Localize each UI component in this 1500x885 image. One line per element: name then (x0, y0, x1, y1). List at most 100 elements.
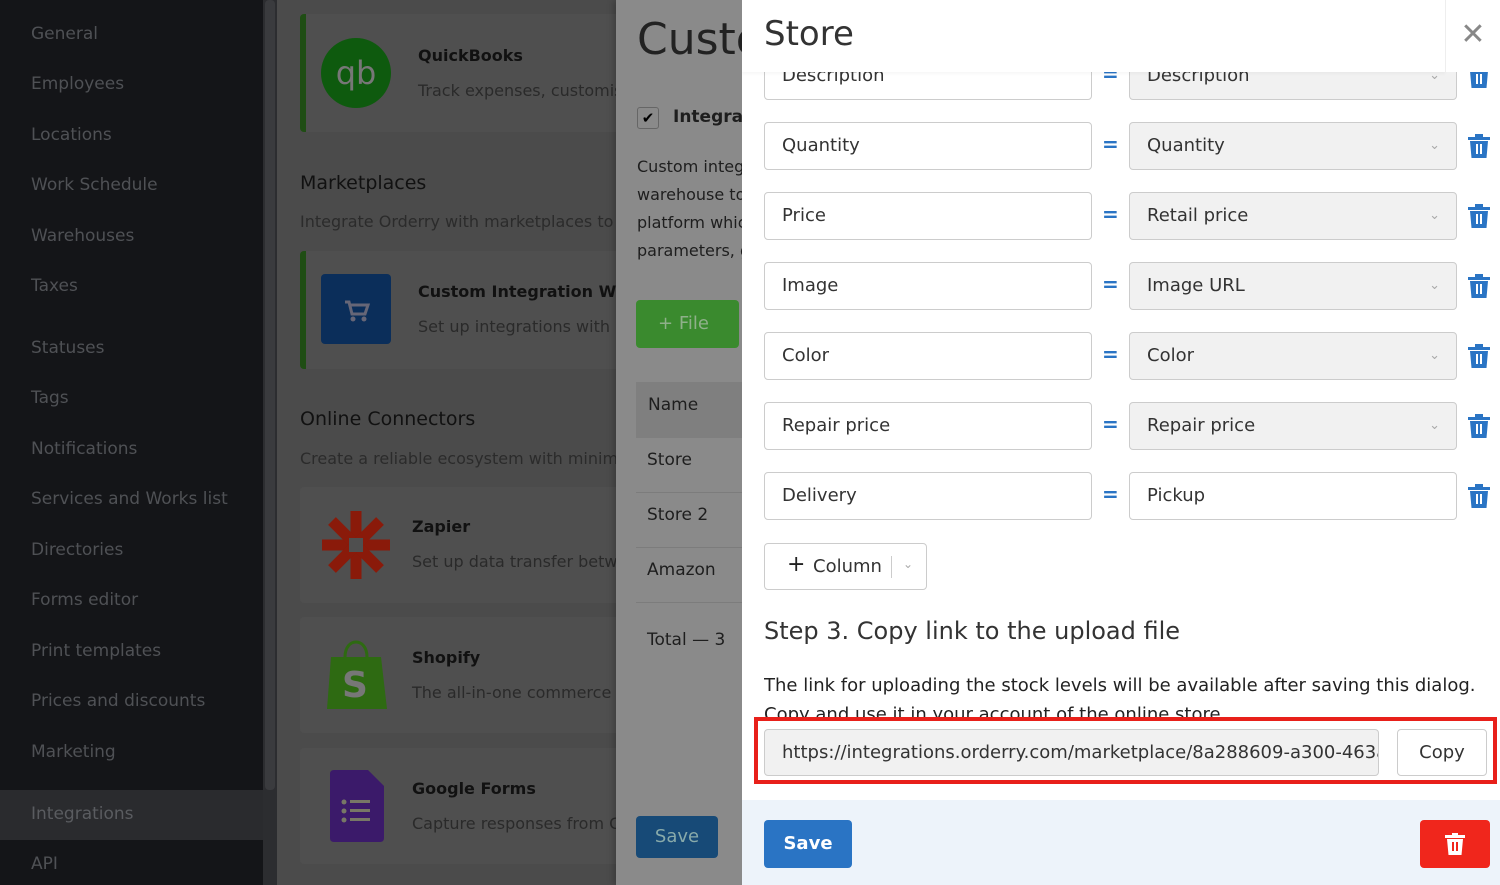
equals-sign: = (1102, 342, 1119, 366)
field-name-input[interactable]: Image (764, 262, 1092, 310)
sidebar-item-integrations[interactable]: Integrations (31, 804, 134, 824)
field-mapping-select[interactable]: Quantity ⌄ (1129, 122, 1457, 170)
table-row[interactable]: Store 2 (636, 493, 742, 548)
trash-icon[interactable] (1468, 414, 1490, 438)
table-row[interactable]: Amazon (636, 548, 742, 603)
upload-link-field[interactable]: https://integrations.orderry.com/marketp… (764, 729, 1379, 776)
field-mapping-select[interactable]: Repair price ⌄ (1129, 402, 1457, 450)
step3-title: Step 3. Copy link to the upload file (764, 617, 1181, 645)
sidebar-item-marketing[interactable]: Marketing (31, 742, 116, 762)
close-icon[interactable]: ✕ (1445, 0, 1500, 72)
panel-save-button[interactable]: Save (636, 816, 718, 858)
sidebar-scrollbar-thumb[interactable] (265, 0, 275, 790)
custom-integration-panel: Custom ✔ Integration Custom integ warehou… (616, 0, 742, 885)
chevron-down-icon: ⌄ (1429, 208, 1440, 223)
chevron-down-icon: ⌄ (1429, 418, 1440, 433)
quickbooks-logo-icon: qb (321, 38, 391, 108)
panel-description-line: Custom integ (637, 157, 742, 176)
sidebar-item-work-schedule[interactable]: Work Schedule (31, 175, 158, 195)
card-desc: Set up integrations with online stores (418, 317, 616, 336)
zapier-card[interactable]: Zapier Set up data transfer between apps (300, 487, 616, 603)
plus-icon: + (787, 552, 806, 577)
sidebar-item-api[interactable]: API (31, 854, 58, 874)
table-row[interactable]: Store (636, 438, 742, 493)
add-file-button[interactable]: + File (636, 300, 739, 348)
sidebar-item-prices-and-discounts[interactable]: Prices and discounts (31, 691, 205, 711)
panel-title: Custom (637, 14, 742, 65)
sidebar-item-warehouses[interactable]: Warehouses (31, 226, 134, 246)
plus-icon: + (658, 313, 679, 334)
mapping-value: Quantity (1147, 135, 1225, 156)
mapping-value: Image URL (1147, 275, 1245, 296)
sidebar-item-locations[interactable]: Locations (31, 125, 112, 145)
trash-icon[interactable] (1468, 274, 1490, 298)
row-name: Store (647, 450, 692, 470)
table-total: Total — 3 (647, 630, 726, 650)
chevron-down-icon[interactable]: ⌄ (903, 557, 913, 571)
chevron-down-icon: ⌄ (1429, 138, 1440, 153)
quickbooks-card[interactable]: qb QuickBooks Track expenses, customise … (300, 14, 616, 132)
trash-icon[interactable] (1468, 484, 1490, 508)
panel-description-line: warehouse to (637, 185, 742, 204)
sidebar-item-notifications[interactable]: Notifications (31, 439, 137, 459)
section-desc: Create a reliable ecosystem with minimum… (300, 449, 616, 468)
sidebar-item-forms-editor[interactable]: Forms editor (31, 590, 138, 610)
field-name-input[interactable]: Color (764, 332, 1092, 380)
custom-integration-card[interactable]: Custom Integration With Set up integrati… (300, 251, 616, 369)
trash-icon[interactable] (1468, 204, 1490, 228)
cart-icon (321, 274, 391, 344)
svg-text:S: S (342, 665, 368, 706)
table-header: Name (636, 382, 742, 438)
sidebar-item-general[interactable]: General (31, 24, 98, 44)
card-title: Custom Integration With (418, 282, 616, 301)
shopify-logo-icon: S (327, 640, 387, 709)
shopify-card[interactable]: S Shopify The all-in-one commerce platfo… (300, 617, 616, 733)
column-name: Name (648, 395, 699, 415)
trash-icon[interactable] (1468, 134, 1490, 158)
card-desc: Set up data transfer between apps (412, 552, 616, 571)
field-mapping-select[interactable]: Color ⌄ (1129, 332, 1457, 380)
sidebar-item-statuses[interactable]: Statuses (31, 338, 105, 358)
chevron-down-icon: ⌄ (1429, 348, 1440, 363)
equals-sign: = (1102, 412, 1119, 436)
panel-description-line: parameters, g (637, 241, 742, 260)
card-desc: Track expenses, customise invoices (418, 81, 616, 100)
divider (891, 556, 892, 578)
sidebar-item-directories[interactable]: Directories (31, 540, 123, 560)
section-title: Online Connectors (300, 408, 476, 430)
settings-sidebar: General Employees Locations Work Schedule Wa… (0, 0, 263, 885)
equals-sign: = (1102, 132, 1119, 156)
step3-text: The link for uploading the stock levels … (764, 675, 1476, 719)
mapping-value: Repair price (1147, 415, 1256, 436)
dialog-header: Store (742, 0, 1445, 72)
field-name-input[interactable]: Price (764, 192, 1092, 240)
equals-sign: = (1102, 272, 1119, 296)
delete-button[interactable] (1420, 820, 1490, 868)
field-name-input[interactable]: Quantity (764, 122, 1092, 170)
sidebar-item-taxes[interactable]: Taxes (31, 276, 78, 296)
copy-button[interactable]: Copy (1397, 729, 1487, 776)
card-title: QuickBooks (418, 46, 523, 65)
field-mapping-select[interactable]: Retail price ⌄ (1129, 192, 1457, 240)
field-name-input[interactable]: Repair price (764, 402, 1092, 450)
row-name: Amazon (647, 560, 716, 580)
sidebar-item-employees[interactable]: Employees (31, 74, 124, 94)
sidebar-item-print-templates[interactable]: Print templates (31, 641, 161, 661)
google-forms-card[interactable]: Google Forms Capture responses from Goog… (300, 748, 616, 864)
add-column-button[interactable]: + Column ⌄ (764, 543, 927, 590)
field-name-input[interactable]: Delivery (764, 472, 1092, 520)
integrations-list: qb QuickBooks Track expenses, customise … (277, 0, 616, 885)
store-dialog: Store ✕ Description = Description ⌄ Quant… (742, 0, 1500, 885)
sidebar-item-services-and-works-list[interactable]: Services and Works list (31, 489, 228, 509)
save-button[interactable]: Save (764, 820, 852, 868)
equals-sign: = (1102, 202, 1119, 226)
trash-icon[interactable] (1468, 344, 1490, 368)
integration-checkbox[interactable]: ✔ (637, 107, 659, 129)
sidebar-item-tags[interactable]: Tags (31, 388, 69, 408)
field-value-input[interactable]: Pickup (1129, 472, 1457, 520)
add-column-label: Column (813, 556, 882, 577)
card-title: Google Forms (412, 779, 536, 798)
field-mapping-select[interactable]: Image URL ⌄ (1129, 262, 1457, 310)
mapping-value: Retail price (1147, 205, 1249, 226)
link-highlight: https://integrations.orderry.com/marketp… (754, 717, 1497, 784)
